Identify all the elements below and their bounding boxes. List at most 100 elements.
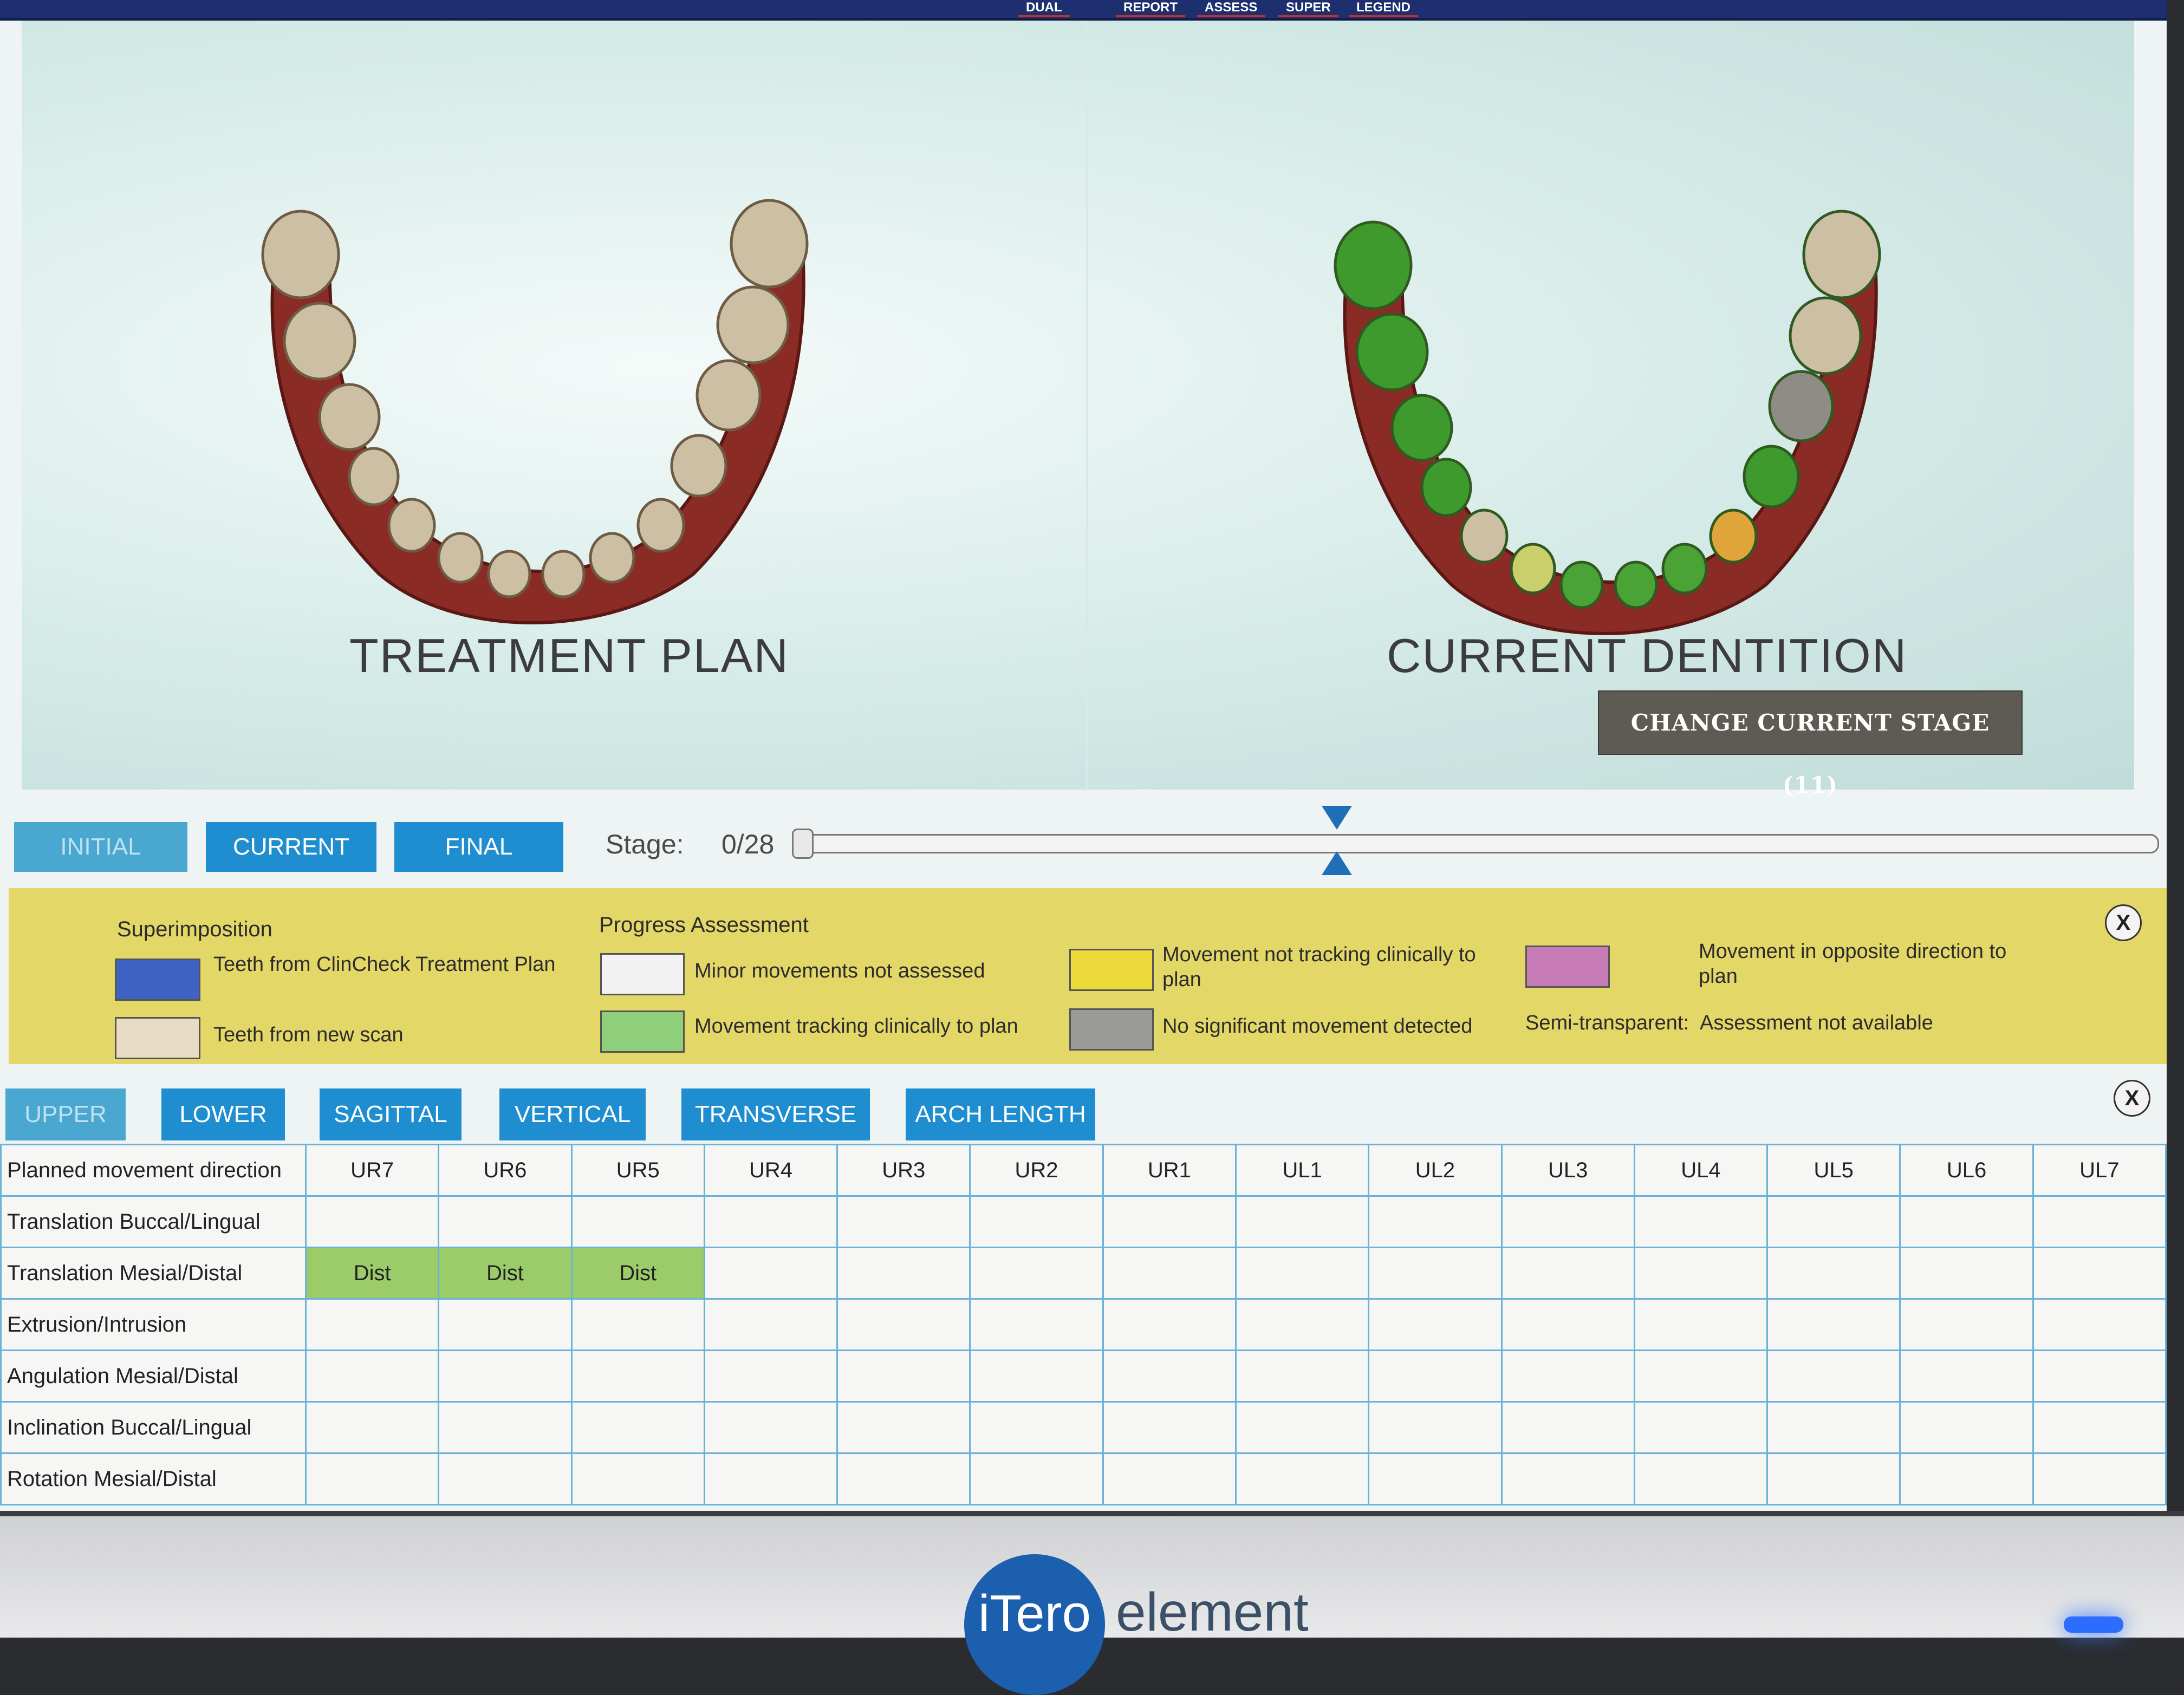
movement-cell[interactable]	[1102, 1350, 1237, 1403]
movement-cell[interactable]	[969, 1452, 1104, 1505]
tooth-header[interactable]: UL4	[1633, 1144, 1769, 1197]
movement-cell[interactable]	[1234, 1195, 1370, 1248]
movement-cell[interactable]	[438, 1401, 573, 1454]
movement-cell[interactable]	[1899, 1195, 2034, 1248]
initial-stage-button[interactable]: INITIAL	[14, 822, 187, 872]
movement-cell[interactable]	[836, 1195, 971, 1248]
movement-cell[interactable]	[969, 1247, 1104, 1300]
change-current-stage-button[interactable]: CHANGE CURRENT STAGE (11)	[1598, 690, 2023, 798]
movement-cell[interactable]	[703, 1298, 838, 1351]
stage-slider-track[interactable]	[802, 834, 2159, 853]
movement-cell[interactable]	[1234, 1247, 1370, 1300]
table-close-icon[interactable]: X	[2114, 1080, 2150, 1117]
final-stage-button[interactable]: FINAL	[394, 822, 563, 872]
movement-cell[interactable]	[570, 1350, 705, 1403]
movement-cell[interactable]	[1633, 1298, 1769, 1351]
movement-cell[interactable]	[1234, 1350, 1370, 1403]
tooth-header[interactable]: UR1	[1102, 1144, 1237, 1197]
movement-cell[interactable]	[1500, 1195, 1635, 1248]
movement-cell[interactable]	[2032, 1452, 2167, 1505]
tooth-header[interactable]: UR5	[570, 1144, 705, 1197]
movement-cell[interactable]: Dist	[438, 1247, 573, 1300]
tooth-header[interactable]: UR3	[836, 1144, 971, 1197]
movement-cell[interactable]	[1899, 1247, 2034, 1300]
movement-cell[interactable]	[703, 1247, 838, 1300]
movement-cell[interactable]	[1500, 1247, 1635, 1300]
assess-button[interactable]: ASSESS	[1197, 0, 1265, 17]
movement-cell[interactable]	[1102, 1195, 1237, 1248]
movement-cell[interactable]	[1500, 1298, 1635, 1351]
movement-cell[interactable]	[1899, 1401, 2034, 1454]
movement-cell[interactable]	[1766, 1401, 1901, 1454]
movement-cell[interactable]	[304, 1195, 440, 1248]
movement-cell[interactable]	[1766, 1452, 1901, 1505]
super-button[interactable]: SUPER	[1278, 0, 1338, 17]
tooth-header[interactable]: UL5	[1766, 1144, 1901, 1197]
movement-cell[interactable]: Dist	[304, 1247, 440, 1300]
tooth-header[interactable]: UL2	[1368, 1144, 1503, 1197]
movement-cell[interactable]	[1368, 1247, 1503, 1300]
movement-cell[interactable]	[1766, 1247, 1901, 1300]
movement-cell[interactable]	[1102, 1298, 1237, 1351]
movement-cell[interactable]	[1899, 1350, 2034, 1403]
movement-cell[interactable]: Dist	[570, 1247, 705, 1300]
movement-cell[interactable]	[2032, 1401, 2167, 1454]
tooth-header[interactable]: UL3	[1500, 1144, 1635, 1197]
movement-cell[interactable]	[2032, 1350, 2167, 1403]
movement-cell[interactable]	[570, 1195, 705, 1248]
movement-cell[interactable]	[438, 1350, 573, 1403]
movement-cell[interactable]	[1766, 1195, 1901, 1248]
movement-cell[interactable]	[969, 1401, 1104, 1454]
tab-vertical[interactable]: VERTICAL	[499, 1088, 646, 1140]
movement-cell[interactable]	[1368, 1401, 1503, 1454]
movement-cell[interactable]	[969, 1350, 1104, 1403]
movement-cell[interactable]	[1234, 1452, 1370, 1505]
tab-sagittal[interactable]: SAGITTAL	[320, 1088, 461, 1140]
tooth-header[interactable]: UL7	[2032, 1144, 2167, 1197]
movement-cell[interactable]	[438, 1298, 573, 1351]
movement-cell[interactable]	[1102, 1452, 1237, 1505]
movement-cell[interactable]	[703, 1401, 838, 1454]
movement-cell[interactable]	[570, 1401, 705, 1454]
current-stage-button[interactable]: CURRENT	[206, 822, 376, 872]
movement-cell[interactable]	[1500, 1401, 1635, 1454]
movement-cell[interactable]	[1633, 1401, 1769, 1454]
stage-slider-handle[interactable]	[792, 829, 814, 859]
tooth-header[interactable]: UL1	[1234, 1144, 1370, 1197]
movement-cell[interactable]	[438, 1452, 573, 1505]
tooth-header[interactable]: UR4	[703, 1144, 838, 1197]
movement-cell[interactable]	[969, 1195, 1104, 1248]
movement-cell[interactable]	[1368, 1350, 1503, 1403]
legend-button[interactable]: LEGEND	[1349, 0, 1419, 17]
movement-cell[interactable]	[1500, 1452, 1635, 1505]
movement-cell[interactable]	[1368, 1452, 1503, 1505]
movement-cell[interactable]	[836, 1247, 971, 1300]
tooth-header[interactable]: UR2	[969, 1144, 1104, 1197]
movement-cell[interactable]	[1234, 1401, 1370, 1454]
movement-cell[interactable]	[836, 1452, 971, 1505]
movement-cell[interactable]	[1766, 1298, 1901, 1351]
movement-cell[interactable]	[1234, 1298, 1370, 1351]
movement-cell[interactable]	[2032, 1247, 2167, 1300]
movement-cell[interactable]	[1633, 1247, 1769, 1300]
tooth-header[interactable]: UR7	[304, 1144, 440, 1197]
tab-arch-length[interactable]: ARCH LENGTH	[906, 1088, 1095, 1140]
dual-button[interactable]: DUAL	[1018, 0, 1070, 17]
movement-cell[interactable]	[836, 1401, 971, 1454]
movement-cell[interactable]	[1766, 1350, 1901, 1403]
movement-cell[interactable]	[570, 1298, 705, 1351]
tab-lower[interactable]: LOWER	[161, 1088, 285, 1140]
movement-cell[interactable]	[703, 1452, 838, 1505]
movement-cell[interactable]	[2032, 1195, 2167, 1248]
treatment-plan-arch-model[interactable]	[227, 162, 877, 650]
movement-cell[interactable]	[1102, 1247, 1237, 1300]
movement-cell[interactable]	[1899, 1298, 2034, 1351]
movement-cell[interactable]	[304, 1452, 440, 1505]
tooth-header[interactable]: UL6	[1899, 1144, 2034, 1197]
legend-close-icon[interactable]: X	[2105, 904, 2142, 941]
movement-cell[interactable]	[304, 1350, 440, 1403]
movement-cell[interactable]	[1633, 1350, 1769, 1403]
movement-cell[interactable]	[2032, 1298, 2167, 1351]
movement-cell[interactable]	[836, 1350, 971, 1403]
movement-cell[interactable]	[1633, 1195, 1769, 1248]
